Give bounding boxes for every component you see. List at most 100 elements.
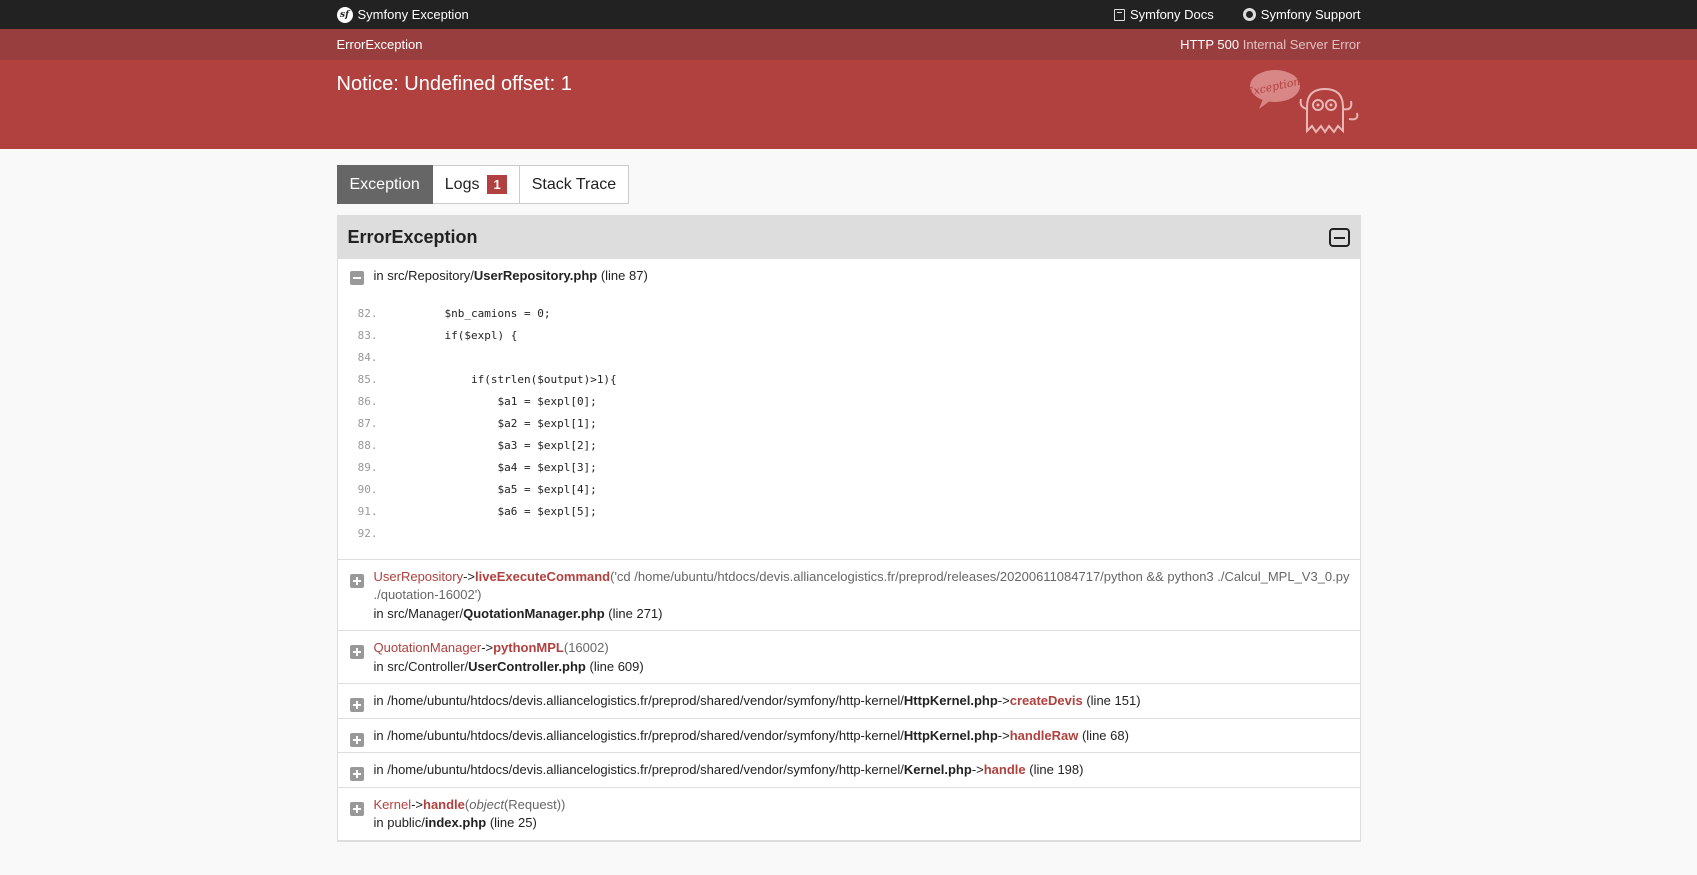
tab-logs-label: Logs — [444, 175, 480, 193]
symfony-docs-link[interactable]: Symfony Docs — [1113, 7, 1214, 22]
frame-path: in public/ — [373, 815, 425, 830]
code-text: $a5 = $expl[4]; — [497, 483, 597, 497]
line-number: 83. — [357, 329, 378, 343]
brand[interactable]: sf Symfony Exception — [336, 6, 469, 23]
line-number: 85. — [357, 373, 378, 387]
frame-path: in /home/ubuntu/htdocs/devis.alliancelog… — [373, 727, 904, 743]
tab-exception[interactable]: Exception — [336, 165, 433, 204]
symfony-logo-icon: sf — [336, 6, 353, 23]
top-bar: sf Symfony Exception Symfony Docs Symfon… — [0, 0, 1697, 29]
frame-file: UserRepository.php — [473, 268, 598, 283]
panel-header: ErrorException — [337, 216, 1360, 259]
ghost-illustration-icon: Exception! — [1249, 70, 1358, 134]
tab-bar: Exception Logs 1 Stack Trace — [336, 165, 1361, 204]
tab-stack-trace[interactable]: Stack Trace — [519, 165, 630, 204]
http-text: Internal Server Error — [1242, 37, 1361, 52]
trace-frame: in /home/ubuntu/htdocs/devis.alliancelog… — [337, 719, 1360, 753]
exception-header: Notice: Undefined offset: 1 Exception! — [0, 60, 1697, 149]
frame-location: in /home/ubuntu/htdocs/devis.alliancelog… — [374, 761, 1350, 780]
frame-args: (16002) — [563, 640, 609, 655]
line-number: 86. — [357, 395, 378, 409]
plus-toggle-icon[interactable] — [349, 732, 364, 747]
frame-line: (line 68) — [1081, 727, 1129, 743]
frame-args: (object(Request)) — [464, 796, 566, 812]
frame-location: in /home/ubuntu/htdocs/devis.alliancelog… — [374, 727, 1350, 746]
plus-toggle-icon[interactable] — [349, 573, 364, 588]
trace-frame: in /home/ubuntu/htdocs/devis.alliancelog… — [337, 684, 1360, 719]
plus-toggle-icon[interactable] — [349, 767, 364, 781]
line-number: 92. — [357, 527, 378, 541]
support-label: Symfony Support — [1260, 7, 1361, 22]
tab-logs[interactable]: Logs 1 — [432, 165, 520, 204]
frame-call: QuotationManager->pythonMPL(16002) — [374, 639, 1350, 658]
code-line: 87. $a2 = $expl[1]; — [338, 414, 1350, 436]
frame-file: Kernel.php — [903, 762, 972, 777]
code-text: $a3 = $expl[2]; — [497, 439, 597, 453]
frame-file: index.php — [424, 815, 487, 830]
code-line: 92. — [338, 524, 1350, 546]
frame-file: UserController.php — [468, 658, 586, 674]
brand-label: Symfony Exception — [357, 7, 469, 22]
logs-count-badge: 1 — [487, 175, 507, 194]
line-number: 82. — [357, 307, 378, 321]
collapse-icon[interactable] — [1328, 228, 1350, 247]
trace-frame: in src/Repository/UserRepository.php (li… — [337, 259, 1360, 560]
status-bar: ErrorException HTTP 500 Internal Server … — [0, 29, 1697, 60]
frame-line: (line 198) — [1029, 762, 1084, 777]
frame-class: UserRepository — [373, 568, 464, 584]
code-text: if(strlen($output)>1){ — [470, 373, 617, 387]
frame-function: handleRaw — [1009, 727, 1079, 743]
line-number: 87. — [357, 417, 378, 431]
code-line: 91. $a6 = $expl[5]; — [338, 502, 1350, 524]
frame-line: (line 609) — [589, 658, 644, 674]
frame-arrow: -> — [481, 640, 494, 655]
frame-function: liveExecuteCommand — [475, 568, 611, 584]
line-number: 90. — [357, 483, 378, 497]
frame-path: in src/Controller/ — [373, 658, 469, 674]
frame-arrow: -> — [971, 762, 984, 777]
code-line: 90. $a5 = $expl[4]; — [338, 480, 1350, 502]
http-status: HTTP 500 Internal Server Error — [1180, 37, 1360, 52]
lifebuoy-icon — [1242, 8, 1256, 21]
code-line: 88. $a3 = $expl[2]; — [338, 436, 1350, 458]
tab-exception-label: Exception — [349, 175, 420, 193]
trace-frame: UserRepository->liveExecuteCommand('cd /… — [337, 560, 1360, 631]
frame-path: in src/Manager/ — [373, 605, 464, 621]
frame-arrow: -> — [997, 693, 1010, 708]
frame-location: in /home/ubuntu/htdocs/devis.alliancelog… — [374, 692, 1350, 711]
main-content: Exception Logs 1 Stack Trace ErrorExcept… — [336, 165, 1361, 842]
frame-arrow: -> — [463, 568, 476, 584]
line-number: 84. — [357, 351, 378, 365]
frame-arrow: -> — [411, 796, 423, 812]
panel-title: ErrorException — [347, 227, 478, 247]
frame-function: pythonMPL — [493, 640, 564, 655]
code-text: $a2 = $expl[1]; — [497, 417, 597, 431]
trace-frame: Kernel->handle(object(Request)) in publi… — [337, 788, 1360, 841]
frame-file: QuotationManager.php — [463, 605, 605, 621]
plus-toggle-icon[interactable] — [349, 801, 364, 816]
code-line: 89. $a4 = $expl[3]; — [338, 458, 1350, 480]
frame-call: UserRepository->liveExecuteCommand('cd /… — [374, 568, 1350, 605]
plus-toggle-icon[interactable] — [349, 645, 364, 659]
line-number: 88. — [357, 439, 378, 453]
frame-file: HttpKernel.php — [903, 727, 998, 743]
minus-toggle-icon[interactable] — [349, 271, 364, 285]
code-line: 85. if(strlen($output)>1){ — [338, 370, 1350, 392]
line-number: 91. — [357, 505, 378, 519]
code-text: $a4 = $expl[3]; — [497, 461, 597, 475]
frame-path: in /home/ubuntu/htdocs/devis.alliancelog… — [373, 693, 904, 708]
frame-line: (line 87) — [600, 268, 648, 283]
plus-toggle-icon[interactable] — [349, 698, 364, 712]
line-number: 89. — [357, 461, 378, 475]
trace-frame: in /home/ubuntu/htdocs/devis.alliancelog… — [337, 753, 1360, 788]
docs-label: Symfony Docs — [1129, 7, 1214, 22]
symfony-support-link[interactable]: Symfony Support — [1242, 7, 1361, 22]
frame-path: in src/Repository/ — [373, 268, 474, 283]
frame-arrow: -> — [997, 727, 1010, 743]
exception-class: ErrorException — [336, 37, 423, 52]
frame-class: QuotationManager — [373, 640, 482, 655]
code-excerpt: 82. $nb_camions = 0; 83. if($expl) {84. 85… — [358, 286, 1350, 552]
code-line: 84. — [338, 348, 1350, 370]
frame-location: in src/Repository/UserRepository.php (li… — [374, 267, 1350, 286]
book-icon — [1113, 8, 1125, 21]
